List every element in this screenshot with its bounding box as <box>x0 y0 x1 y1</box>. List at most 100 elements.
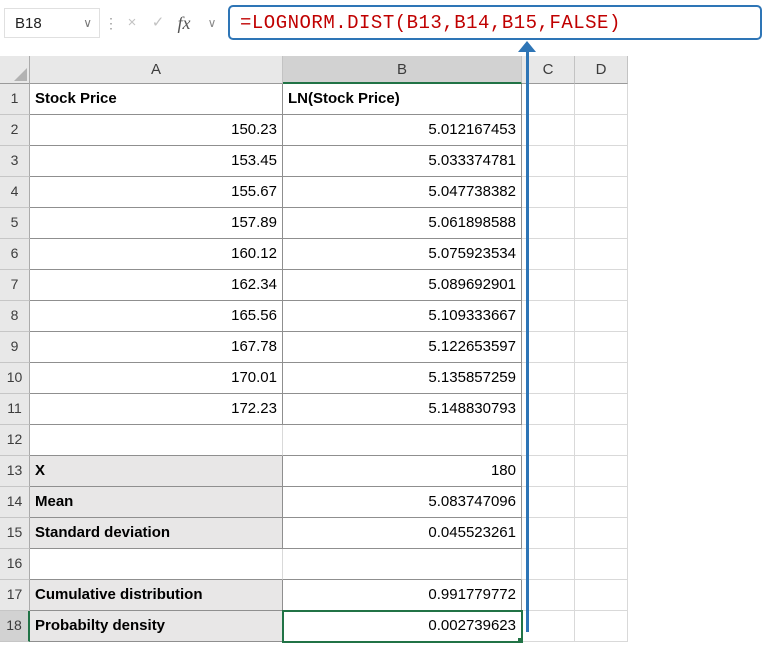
select-all-corner[interactable] <box>0 56 30 84</box>
cell-A8[interactable]: 165.56 <box>30 301 283 332</box>
row-header-15[interactable]: 15 <box>0 518 30 549</box>
cell-B18[interactable]: 0.002739623 <box>283 611 522 642</box>
cell-D14[interactable] <box>575 487 628 518</box>
cell-C8[interactable] <box>522 301 575 332</box>
cell-B7[interactable]: 5.089692901 <box>283 270 522 301</box>
cell-C12[interactable] <box>522 425 575 456</box>
cell-C11[interactable] <box>522 394 575 425</box>
row-header-17[interactable]: 17 <box>0 580 30 611</box>
cell-C3[interactable] <box>522 146 575 177</box>
cell-D16[interactable] <box>575 549 628 580</box>
row-header-6[interactable]: 6 <box>0 239 30 270</box>
cell-A16[interactable] <box>30 549 283 580</box>
cell-C6[interactable] <box>522 239 575 270</box>
cell-A18[interactable]: Probabilty density <box>30 611 283 642</box>
cell-A15[interactable]: Standard deviation <box>30 518 283 549</box>
cell-D12[interactable] <box>575 425 628 456</box>
cell-D2[interactable] <box>575 115 628 146</box>
cell-A1[interactable]: Stock Price <box>30 84 283 115</box>
cell-B4[interactable]: 5.047738382 <box>283 177 522 208</box>
cell-B1[interactable]: LN(Stock Price) <box>283 84 522 115</box>
cell-C15[interactable] <box>522 518 575 549</box>
cell-D18[interactable] <box>575 611 628 642</box>
cell-B5[interactable]: 5.061898588 <box>283 208 522 239</box>
row-header-11[interactable]: 11 <box>0 394 30 425</box>
cell-D3[interactable] <box>575 146 628 177</box>
cell-C14[interactable] <box>522 487 575 518</box>
cell-D4[interactable] <box>575 177 628 208</box>
cell-D9[interactable] <box>575 332 628 363</box>
cell-B6[interactable]: 5.075923534 <box>283 239 522 270</box>
cell-B16[interactable] <box>283 549 522 580</box>
row-header-4[interactable]: 4 <box>0 177 30 208</box>
cell-B12[interactable] <box>283 425 522 456</box>
cell-A4[interactable]: 155.67 <box>30 177 283 208</box>
row-header-9[interactable]: 9 <box>0 332 30 363</box>
row-header-16[interactable]: 16 <box>0 549 30 580</box>
cell-A6[interactable]: 160.12 <box>30 239 283 270</box>
formula-bar-expand-icon[interactable]: ∨ <box>200 8 224 38</box>
cell-D8[interactable] <box>575 301 628 332</box>
cell-A13[interactable]: X <box>30 456 283 487</box>
cell-B2[interactable]: 5.012167453 <box>283 115 522 146</box>
cell-B3[interactable]: 5.033374781 <box>283 146 522 177</box>
row-header-14[interactable]: 14 <box>0 487 30 518</box>
cell-A12[interactable] <box>30 425 283 456</box>
cell-C4[interactable] <box>522 177 575 208</box>
col-header-C[interactable]: C <box>522 56 575 84</box>
cell-A17[interactable]: Cumulative distribution <box>30 580 283 611</box>
row-header-12[interactable]: 12 <box>0 425 30 456</box>
cell-D1[interactable] <box>575 84 628 115</box>
cell-A5[interactable]: 157.89 <box>30 208 283 239</box>
cell-A2[interactable]: 150.23 <box>30 115 283 146</box>
col-header-D[interactable]: D <box>575 56 628 84</box>
fill-handle[interactable] <box>517 637 522 642</box>
cell-B14[interactable]: 5.083747096 <box>283 487 522 518</box>
insert-function-icon[interactable]: fx <box>172 8 196 38</box>
cell-A3[interactable]: 153.45 <box>30 146 283 177</box>
cell-C9[interactable] <box>522 332 575 363</box>
col-header-B[interactable]: B <box>283 56 522 84</box>
row-header-18[interactable]: 18 <box>0 611 30 642</box>
row-header-1[interactable]: 1 <box>0 84 30 115</box>
cell-B15[interactable]: 0.045523261 <box>283 518 522 549</box>
cell-B10[interactable]: 5.135857259 <box>283 363 522 394</box>
cell-A11[interactable]: 172.23 <box>30 394 283 425</box>
col-header-A[interactable]: A <box>30 56 283 84</box>
cell-D6[interactable] <box>575 239 628 270</box>
cell-C18[interactable] <box>522 611 575 642</box>
row-header-10[interactable]: 10 <box>0 363 30 394</box>
cell-C13[interactable] <box>522 456 575 487</box>
cell-A14[interactable]: Mean <box>30 487 283 518</box>
cell-D17[interactable] <box>575 580 628 611</box>
cell-D7[interactable] <box>575 270 628 301</box>
row-header-8[interactable]: 8 <box>0 301 30 332</box>
cell-D13[interactable] <box>575 456 628 487</box>
cancel-icon[interactable]: × <box>120 8 144 38</box>
enter-icon[interactable]: ✓ <box>146 8 170 38</box>
cell-C16[interactable] <box>522 549 575 580</box>
name-box-dropdown-icon[interactable]: ∨ <box>83 16 92 30</box>
cell-C17[interactable] <box>522 580 575 611</box>
cell-C7[interactable] <box>522 270 575 301</box>
row-header-5[interactable]: 5 <box>0 208 30 239</box>
cell-C5[interactable] <box>522 208 575 239</box>
cell-A10[interactable]: 170.01 <box>30 363 283 394</box>
cell-C2[interactable] <box>522 115 575 146</box>
cell-B17[interactable]: 0.991779772 <box>283 580 522 611</box>
cell-B13[interactable]: 180 <box>283 456 522 487</box>
name-box[interactable]: B18 ∨ <box>4 8 100 38</box>
row-header-13[interactable]: 13 <box>0 456 30 487</box>
formula-bar-splitter-icon[interactable]: ⋮ <box>104 8 118 38</box>
cell-B8[interactable]: 5.109333667 <box>283 301 522 332</box>
cell-A7[interactable]: 162.34 <box>30 270 283 301</box>
formula-input[interactable]: =LOGNORM.DIST(B13,B14,B15,FALSE) <box>228 5 762 40</box>
cell-C10[interactable] <box>522 363 575 394</box>
cell-D11[interactable] <box>575 394 628 425</box>
row-header-2[interactable]: 2 <box>0 115 30 146</box>
cell-D10[interactable] <box>575 363 628 394</box>
cell-D15[interactable] <box>575 518 628 549</box>
cell-C1[interactable] <box>522 84 575 115</box>
cell-D5[interactable] <box>575 208 628 239</box>
row-header-7[interactable]: 7 <box>0 270 30 301</box>
